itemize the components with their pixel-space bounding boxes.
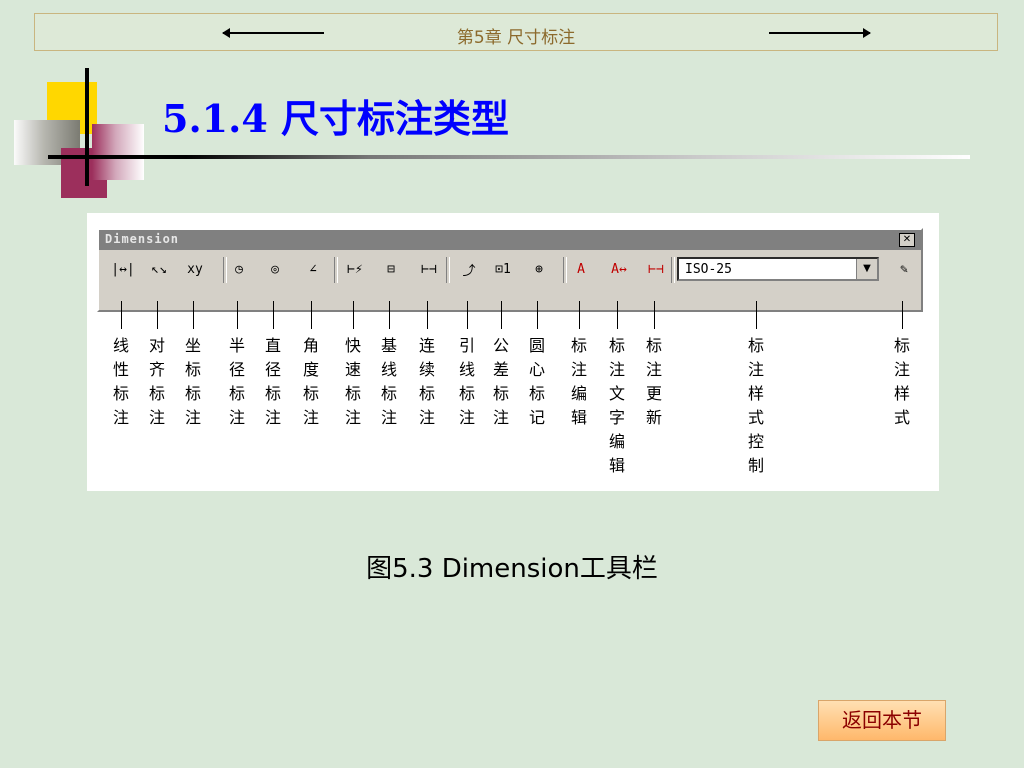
next-arrow-icon[interactable] bbox=[769, 28, 871, 38]
combo-label: 标 注 样 式 控 制 bbox=[747, 336, 764, 475]
style-button-label: 标 注 样 式 bbox=[893, 336, 910, 427]
toolbar-button[interactable]: ⊢⊣ bbox=[414, 255, 444, 283]
chapter-title: 第5章 尺寸标注 bbox=[456, 28, 576, 48]
callout-line bbox=[501, 301, 502, 329]
chapter-header: 第5章 尺寸标注 bbox=[34, 13, 998, 51]
toolbar-separator bbox=[671, 257, 675, 283]
toolbar-button-label: 标 注 更 新 bbox=[645, 336, 662, 427]
toolbar-button-label: 标 注 文 字 编 辑 bbox=[608, 336, 625, 475]
toolbar-button-label: 基 线 标 注 bbox=[380, 336, 397, 427]
toolbar-button[interactable]: A bbox=[566, 255, 596, 283]
toolbar-separator bbox=[223, 257, 227, 283]
title-underline bbox=[48, 155, 970, 159]
toolbar-button-label: 引 线 标 注 bbox=[458, 336, 475, 427]
callout-line bbox=[237, 301, 238, 329]
chevron-down-icon[interactable]: ▼ bbox=[856, 259, 877, 279]
callout-line bbox=[579, 301, 580, 329]
toolbar-figure: Dimension ✕ |↔| ↖↘ xy ◷ ◎ ∠ ⊢⚡ ⊟ ⊢⊣ ⤴ ⊡1 ⊕ A A↔ ⊢⊣ ISO… bbox=[87, 213, 939, 491]
toolbar-button-label: 连 续 标 注 bbox=[418, 336, 435, 427]
callout-line bbox=[353, 301, 354, 329]
toolbar-button[interactable]: ◎ bbox=[260, 255, 290, 283]
toolbar-button-label: 快 速 标 注 bbox=[344, 336, 361, 427]
toolbar-button[interactable]: ↖↘ bbox=[144, 255, 174, 283]
toolbar-button-label: 对 齐 标 注 bbox=[148, 336, 165, 427]
decor-vertical-line bbox=[85, 68, 89, 186]
toolbar-button[interactable]: A↔ bbox=[604, 255, 634, 283]
toolbar-button-label: 线 性 标 注 bbox=[112, 336, 129, 427]
toolbar-button-label: 直 径 标 注 bbox=[264, 336, 281, 427]
section-title: 5.1.4 尺寸标注类型 bbox=[162, 96, 510, 141]
toolbar-button[interactable]: ∠ bbox=[298, 255, 328, 283]
toolbar-title: Dimension bbox=[105, 232, 180, 246]
toolbar-button-label: 半 径 标 注 bbox=[228, 336, 245, 427]
callout-line bbox=[467, 301, 468, 329]
callout-line bbox=[121, 301, 122, 329]
callout-line bbox=[756, 301, 757, 329]
toolbar-button[interactable]: ⊕ bbox=[524, 255, 554, 283]
toolbar-button[interactable]: ⊟ bbox=[376, 255, 406, 283]
toolbar-button-label: 坐 标 标 注 bbox=[184, 336, 201, 427]
toolbar-button[interactable]: ⊡1 bbox=[488, 255, 518, 283]
callout-line bbox=[654, 301, 655, 329]
toolbar-button-label: 角 度 标 注 bbox=[302, 336, 319, 427]
toolbar-button[interactable]: |↔| bbox=[108, 255, 138, 283]
callout-line bbox=[193, 301, 194, 329]
dimension-toolbar-window: Dimension ✕ |↔| ↖↘ xy ◷ ◎ ∠ ⊢⚡ ⊟ ⊢⊣ ⤴ ⊡1 ⊕ A A↔ ⊢⊣ ISO… bbox=[97, 228, 923, 312]
callout-line bbox=[389, 301, 390, 329]
toolbar-button[interactable]: ⊢⊣ bbox=[641, 255, 671, 283]
toolbar-button[interactable]: ⊢⚡ bbox=[340, 255, 370, 283]
dim-style-combo[interactable]: ISO-25 ▼ bbox=[677, 257, 879, 281]
callout-line bbox=[157, 301, 158, 329]
toolbar-button[interactable]: ◷ bbox=[224, 255, 254, 283]
figure-caption: 图5.3 Dimension工具栏 bbox=[366, 554, 658, 584]
toolbar-separator bbox=[446, 257, 450, 283]
decor-gradient-square bbox=[92, 124, 144, 180]
callout-line bbox=[537, 301, 538, 329]
close-icon[interactable]: ✕ bbox=[899, 233, 915, 247]
toolbar-titlebar[interactable]: Dimension ✕ bbox=[99, 230, 921, 250]
toolbar-button-label: 公 差 标 注 bbox=[492, 336, 509, 427]
toolbar-separator bbox=[334, 257, 338, 283]
dim-style-button[interactable]: ✎ bbox=[889, 255, 919, 283]
toolbar-button[interactable]: ⤴ bbox=[454, 255, 484, 283]
callout-line bbox=[617, 301, 618, 329]
callout-line bbox=[273, 301, 274, 329]
dim-style-value: ISO-25 bbox=[685, 262, 732, 277]
toolbar-button-label: 标 注 编 辑 bbox=[570, 336, 587, 427]
callout-line bbox=[902, 301, 903, 329]
callout-line bbox=[311, 301, 312, 329]
toolbar-separator bbox=[563, 257, 567, 283]
back-to-section-button[interactable]: 返回本节 bbox=[818, 700, 946, 741]
toolbar-button[interactable]: xy bbox=[180, 255, 210, 283]
toolbar-button-label: 圆 心 标 记 bbox=[528, 336, 545, 427]
callout-line bbox=[427, 301, 428, 329]
